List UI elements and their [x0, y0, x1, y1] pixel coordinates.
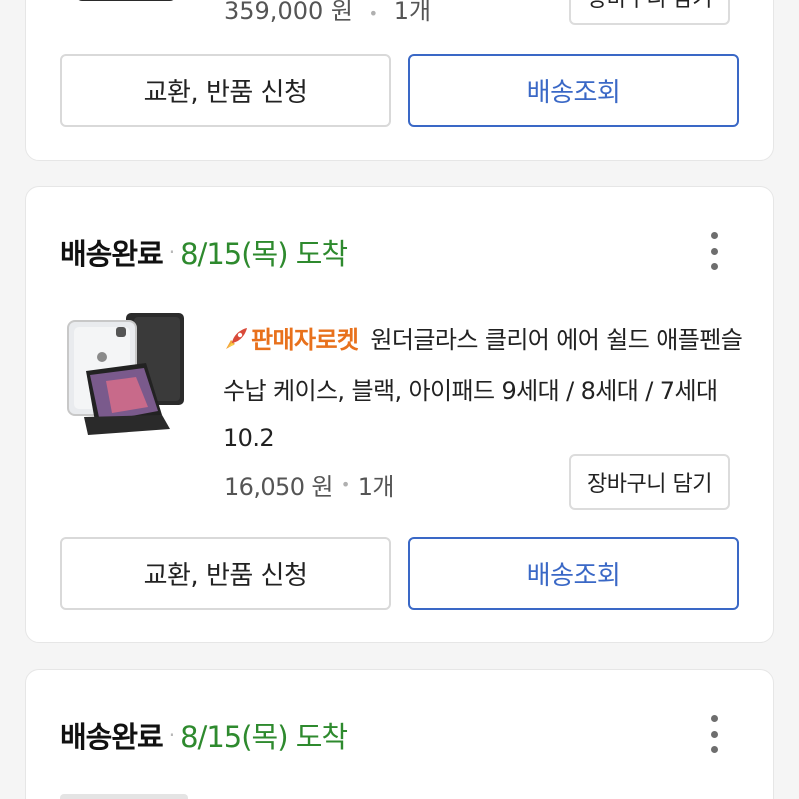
more-vertical-icon[interactable]	[707, 715, 721, 753]
product-title[interactable]: 판매자로켓 원더글라스 클리어 에어 쉴드 애플펜슬 수납 케이스, 블랙, 아이…	[223, 317, 743, 462]
arrival-date: 8/15(목) 도착	[180, 720, 348, 754]
separator-dot: •	[340, 475, 350, 494]
order-card: 359,000 원 • 1개 장바구니 담기 교환, 반품 신청 배송조회	[25, 0, 774, 161]
separator-dot: ·	[168, 723, 175, 747]
quantity: 1개	[393, 0, 432, 25]
rocket-icon	[223, 321, 249, 368]
product-thumbnail[interactable]	[66, 311, 190, 443]
price-line: 359,000 원 • 1개	[224, 0, 431, 26]
order-card: 배송완료 · 8/15(목) 도착	[25, 186, 774, 643]
track-delivery-button[interactable]: 배송조회	[408, 54, 739, 127]
product-thumbnail[interactable]	[66, 0, 190, 3]
product-thumbnail[interactable]	[60, 794, 188, 799]
add-to-cart-button[interactable]: 장바구니 담기	[569, 454, 730, 510]
arrival-date: 8/15(목) 도착	[180, 237, 348, 271]
order-list: 359,000 원 • 1개 장바구니 담기 교환, 반품 신청 배송조회 배송…	[0, 0, 799, 799]
exchange-return-button[interactable]: 교환, 반품 신청	[60, 537, 391, 610]
seller-badge-label: 판매자로켓	[251, 326, 359, 354]
track-delivery-button[interactable]: 배송조회	[408, 537, 739, 610]
order-card: 배송완료 · 8/15(목) 도착	[25, 669, 774, 799]
price: 359,000 원	[224, 0, 353, 25]
more-vertical-icon[interactable]	[707, 232, 721, 270]
delivery-status: 배송완료 · 8/15(목) 도착	[60, 231, 348, 273]
price: 16,050 원	[224, 473, 333, 501]
separator-dot: ·	[168, 240, 175, 264]
add-to-cart-button[interactable]: 장바구니 담기	[569, 0, 730, 25]
seller-rocket-badge: 판매자로켓	[223, 326, 359, 354]
status-label: 배송완료	[60, 237, 164, 271]
separator-dot: •	[368, 4, 379, 23]
price-line: 16,050 원 • 1개	[224, 467, 394, 502]
exchange-return-button[interactable]: 교환, 반품 신청	[60, 54, 391, 127]
status-label: 배송완료	[60, 720, 164, 754]
quantity: 1개	[357, 473, 395, 501]
delivery-status: 배송완료 · 8/15(목) 도착	[60, 714, 348, 756]
